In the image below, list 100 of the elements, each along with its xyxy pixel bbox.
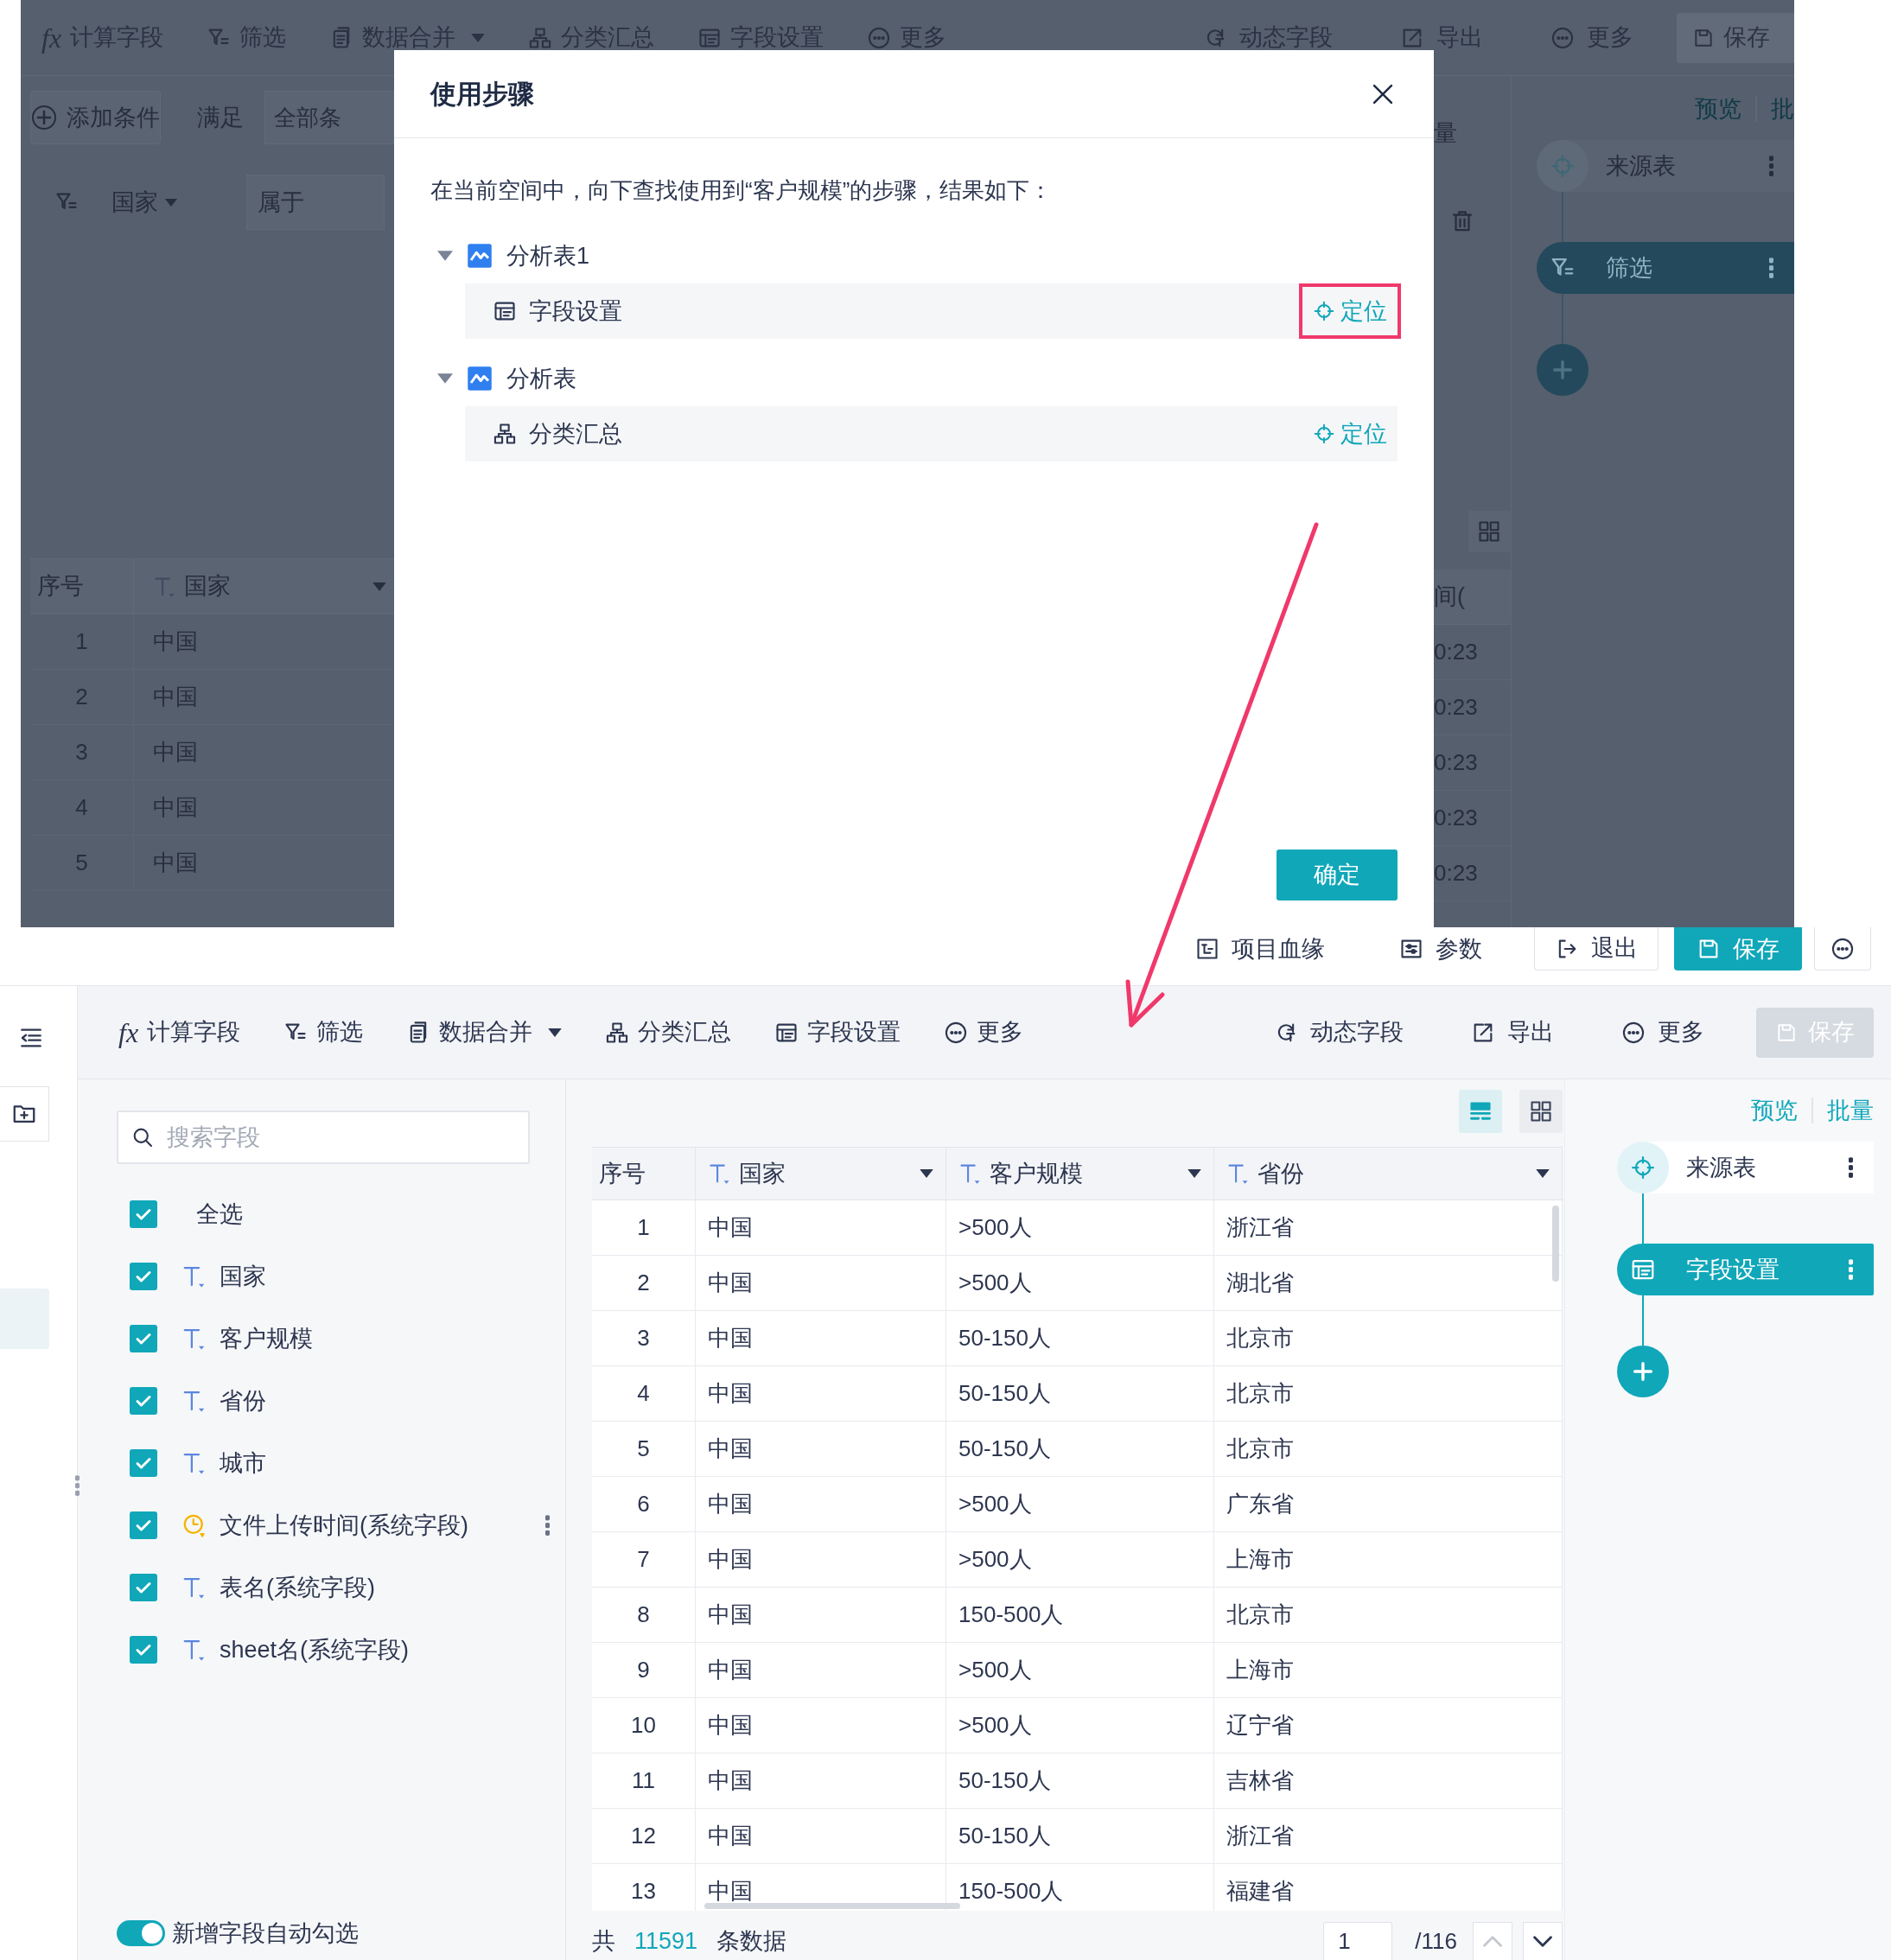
new-folder-button[interactable]: [0, 1086, 49, 1142]
column-header[interactable]: 国家: [696, 1148, 946, 1200]
scrollbar[interactable]: [704, 1903, 960, 1909]
preview-link[interactable]: 预览: [1695, 91, 1741, 127]
batch-link[interactable]: 批量: [1827, 1092, 1874, 1129]
table-cell: 1: [592, 1200, 696, 1255]
column-header[interactable]: 序号: [592, 1148, 696, 1200]
table-cell: 6: [592, 1477, 696, 1531]
sort-caret-icon: [1536, 1169, 1550, 1178]
more-icon: [1550, 25, 1575, 50]
table-cell: >500人: [946, 1256, 1214, 1310]
node-label: 筛选: [1606, 253, 1652, 283]
table-cell: 中国: [696, 1532, 946, 1587]
header-label: 省份: [1257, 1159, 1304, 1188]
table-cell: 北京市: [1214, 1588, 1563, 1642]
more-vertical-icon: [1769, 156, 1773, 176]
view-toggle[interactable]: [1468, 510, 1510, 552]
checkbox[interactable]: [130, 1200, 157, 1228]
view-toggle[interactable]: [1519, 1090, 1563, 1133]
total-suffix: 条数据: [716, 1926, 787, 1956]
locate-link[interactable]: 定位: [1313, 293, 1387, 329]
analysis-label[interactable]: 分析表: [506, 360, 576, 397]
toolbar-button[interactable]: 筛选: [283, 1015, 364, 1050]
view-toggle[interactable]: [1459, 1090, 1502, 1133]
step-label: 字段设置: [529, 296, 622, 326]
column-header[interactable]: 客户规模: [946, 1148, 1214, 1200]
add-step-button[interactable]: [1537, 344, 1589, 396]
params-button[interactable]: 参数: [1399, 927, 1482, 970]
toolbar-button[interactable]: 更多: [944, 1015, 1024, 1050]
more-vertical-icon: [1849, 1157, 1853, 1178]
table-cell: 50-150人: [946, 1366, 1214, 1421]
toolbar-button[interactable]: 分类汇总: [605, 1015, 732, 1050]
save-button[interactable]: 保存: [1674, 927, 1802, 970]
scrollbar[interactable]: [1552, 1206, 1559, 1282]
field-label: 文件上传时间(系统字段): [220, 1511, 468, 1540]
add-step-button[interactable]: [1617, 1346, 1669, 1397]
batch-link[interactable]: 批: [1771, 91, 1794, 127]
crosshair-icon: [1313, 300, 1335, 322]
step-row[interactable]: 分类汇总 定位: [465, 406, 1398, 461]
clock-icon: [181, 1512, 207, 1538]
confirm-button[interactable]: 确定: [1277, 850, 1398, 900]
table-cell: 10: [592, 1698, 696, 1753]
exit-button[interactable]: 退出: [1534, 927, 1659, 970]
table-cell: 5: [592, 1422, 696, 1476]
field-label: 省份: [220, 1386, 266, 1416]
table-cell: 13: [592, 1864, 696, 1911]
table-cell: 北京市: [1214, 1366, 1563, 1421]
checkbox[interactable]: [130, 1387, 157, 1415]
toolbar-button[interactable]: 导出: [1471, 1015, 1554, 1050]
flow-node[interactable]: 来源表: [1617, 1142, 1874, 1193]
toolbar-button[interactable]: 动态字段: [1274, 1015, 1404, 1050]
table-cell: 上海市: [1214, 1532, 1563, 1587]
analysis-label[interactable]: 分析表1: [506, 238, 590, 274]
dialog-title: 使用步骤: [430, 79, 534, 110]
table-cell: 50-150人: [946, 1809, 1214, 1863]
checkbox[interactable]: [130, 1511, 157, 1539]
checkbox[interactable]: [130, 1636, 157, 1664]
table-cell: 北京市: [1214, 1311, 1563, 1365]
crosshair-icon: [1630, 1155, 1656, 1180]
search-field[interactable]: 搜索字段: [117, 1110, 530, 1164]
next-page-button[interactable]: [1523, 1922, 1563, 1960]
table-cell: 中国: [696, 1311, 946, 1365]
table-cell: 11: [592, 1753, 696, 1808]
grid-view-icon: [1529, 1099, 1553, 1123]
table-cell: 中国: [696, 1477, 946, 1531]
flow-node[interactable]: 筛选: [1537, 242, 1794, 294]
locate-link[interactable]: 定位: [1313, 416, 1387, 452]
toolbar-button[interactable]: 字段设置: [774, 1015, 901, 1050]
lineage-button[interactable]: 项目血缘: [1195, 927, 1325, 970]
toolbar-button[interactable]: 更多: [1621, 1015, 1704, 1050]
table-cell: 中国: [696, 1809, 946, 1863]
toolbar-button[interactable]: 数据合并: [406, 1015, 563, 1050]
checkbox[interactable]: [130, 1449, 157, 1477]
chevron-up-icon: [1483, 1936, 1502, 1947]
field-label: 表名(系统字段): [220, 1573, 375, 1602]
chart-icon: [467, 243, 493, 269]
field-label: 国家: [220, 1262, 266, 1291]
toggle-switch[interactable]: [117, 1920, 165, 1946]
more-button[interactable]: [1814, 927, 1871, 970]
page-input[interactable]: 1: [1323, 1922, 1393, 1960]
total-count: 11591: [634, 1926, 698, 1956]
checkbox[interactable]: [130, 1325, 157, 1352]
checkbox[interactable]: [130, 1574, 157, 1601]
previous-page-button[interactable]: [1473, 1922, 1512, 1960]
more-icon: [867, 25, 892, 50]
column-header[interactable]: 省份: [1214, 1148, 1563, 1200]
flow-node[interactable]: 字段设置: [1617, 1244, 1874, 1295]
hierarchy-icon: [528, 25, 553, 50]
table-cell: 中国: [696, 1643, 946, 1697]
table-cell: 中国: [696, 1753, 946, 1808]
table-cell: 3: [592, 1311, 696, 1365]
hierarchy-icon: [493, 422, 517, 446]
node-label: 来源表: [1686, 1153, 1756, 1182]
toolbar-button[interactable]: fx 计算字段: [118, 1015, 241, 1050]
plus-icon: [31, 105, 56, 130]
header-label: 客户规模: [990, 1159, 1083, 1188]
total-prefix: 共: [592, 1926, 615, 1956]
checkbox[interactable]: [130, 1263, 157, 1290]
table-cell: 福建省: [1214, 1864, 1563, 1911]
preview-link[interactable]: 预览: [1751, 1092, 1798, 1129]
